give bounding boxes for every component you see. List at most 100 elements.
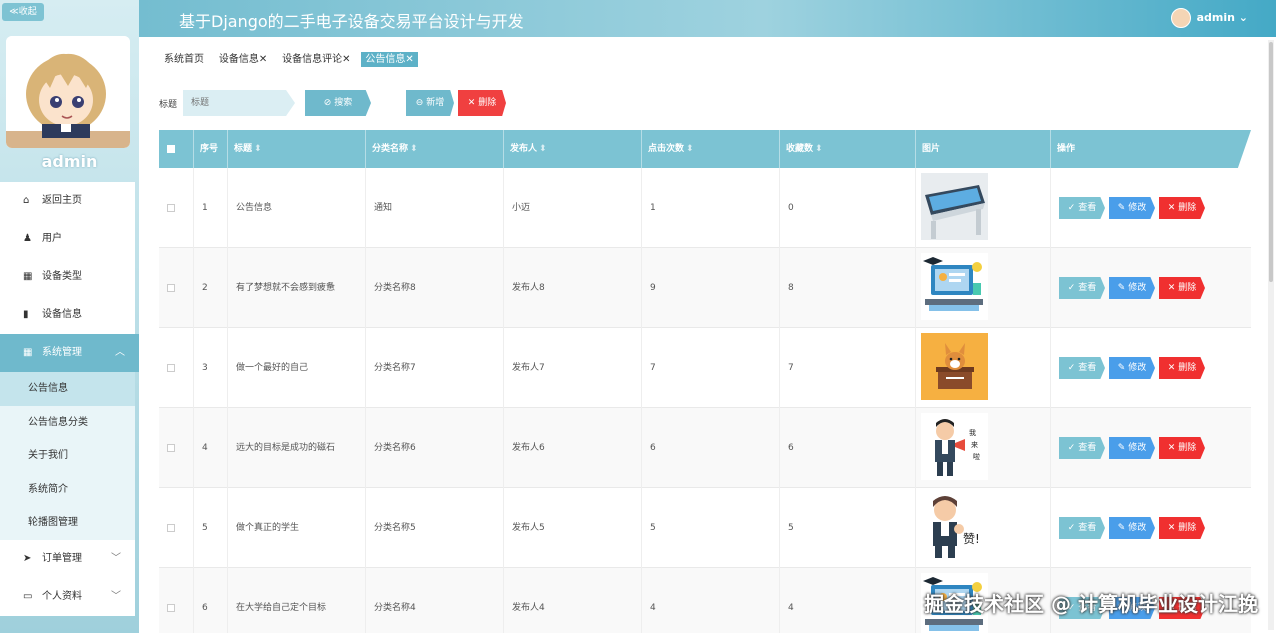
row-checkbox[interactable] [159,568,193,633]
row-publisher: 发布人5 [503,488,641,568]
sidebar-subitem-announcement-categories[interactable]: 公告信息分类 [0,406,135,440]
breadcrumb-tabs: 系统首页 设备信息✕ 设备信息评论✕ 公告信息✕ [160,52,422,68]
card-icon: ▭ [23,590,33,602]
delete-row-button[interactable]: ✕ 删除 [1159,197,1205,219]
row-category: 分类名称8 [365,248,503,328]
row-title: 远大的目标是成功的磁石 [227,408,365,488]
chevron-up-icon: ︿ [115,347,125,358]
column-header[interactable]: 收藏数 ⬍ [779,130,915,168]
column-header[interactable]: 点击次数 ⬍ [641,130,779,168]
home-icon: ⌂ [23,195,30,206]
search-button[interactable]: ⊘ 搜索 [305,90,371,116]
sidebar-menu: ⌂ 返回主页 ♟ 用户 ▦ 设备类型 ▮ 设备信息 ▦ 系统管理 ︿ 公告信息 … [0,182,139,616]
column-header: 序号 [193,130,227,168]
view-button[interactable]: ✓ 查看 [1059,517,1105,539]
row-image[interactable]: 我来啦 [921,413,988,480]
add-button[interactable]: ⊖ 新增 [406,90,454,116]
sidebar-item-label: 个人资料 [42,590,82,602]
row-publisher: 发布人6 [503,408,641,488]
edit-button[interactable]: ✎ 修改 [1109,357,1155,379]
row-image[interactable] [921,173,988,240]
edit-button[interactable]: ✎ 修改 [1109,197,1155,219]
sidebar-item-device-types[interactable]: ▦ 设备类型 [0,258,135,296]
row-image-cell [915,168,1050,248]
tab-announcements[interactable]: 公告信息✕ [361,52,418,67]
sidebar-item-users[interactable]: ♟ 用户 [0,220,135,258]
row-clicks: 1 [641,168,779,248]
row-index: 5 [193,488,227,568]
row-image-cell [915,248,1050,328]
sidebar-item-home[interactable]: ⌂ 返回主页 [0,182,135,220]
edit-button[interactable]: ✎ 修改 [1109,437,1155,459]
view-button[interactable]: ✓ 查看 [1059,437,1105,459]
delete-row-button[interactable]: ✕ 删除 [1159,277,1205,299]
row-clicks: 7 [641,328,779,408]
row-checkbox[interactable] [159,488,193,568]
sort-icon: ⬍ [815,144,823,154]
user-name: admin [1196,11,1235,24]
collapse-sidebar-button[interactable]: ≪收起 [2,3,44,21]
row-image-cell: 我来啦 [915,408,1050,488]
sidebar-item-profile[interactable]: ▭ 个人资料 ﹀ [0,577,135,616]
delete-button[interactable]: ✕ 删除 [458,90,506,116]
delete-row-button[interactable]: ✕ 删除 [1159,437,1205,459]
row-favorites: 4 [779,568,915,633]
row-checkbox[interactable] [159,328,193,408]
sidebar-item-label: 返回主页 [42,195,82,206]
delete-row-button[interactable]: ✕ 删除 [1159,517,1205,539]
row-checkbox[interactable] [159,408,193,488]
view-button[interactable]: ✓ 查看 [1059,277,1105,299]
sidebar-subitem-system-intro[interactable]: 系统简介 [0,473,135,507]
select-all-checkbox[interactable] [159,130,193,168]
row-favorites: 0 [779,168,915,248]
column-header[interactable]: 标题 ⬍ [227,130,365,168]
scrollbar[interactable] [1268,40,1274,630]
view-button[interactable]: ✓ 查看 [1059,357,1105,379]
edit-button[interactable]: ✎ 修改 [1109,517,1155,539]
sidebar-subitem-about-us[interactable]: 关于我们 [0,439,135,473]
close-icon[interactable]: ✕ [405,54,413,65]
close-icon[interactable]: ✕ [342,54,350,65]
row-actions: ✓ 查看 ✎ 修改 ✕ 删除 [1050,168,1251,248]
user-menu[interactable]: admin ⌄ [1170,8,1248,28]
close-icon[interactable]: ✕ [259,54,267,65]
tab-label: 系统首页 [164,54,204,65]
column-header[interactable]: 发布人 ⬍ [503,130,641,168]
row-clicks: 5 [641,488,779,568]
sidebar-item-label: 设备信息 [42,309,82,320]
tab-device-comments[interactable]: 设备信息评论✕ [278,52,354,67]
system-submenu: 公告信息 公告信息分类 关于我们 系统简介 轮播图管理 [0,372,135,540]
tab-label: 设备信息评论 [282,54,343,65]
row-checkbox[interactable] [159,248,193,328]
scrollbar-thumb[interactable] [1269,42,1273,282]
svg-text:来: 来 [971,441,978,449]
column-header[interactable]: 分类名称 ⬍ [365,130,503,168]
table-header: 序号 标题 ⬍ 分类名称 ⬍ 发布人 ⬍ 点击次数 ⬍ 收藏数 ⬍ 图片 操作 [159,130,1251,168]
row-category: 分类名称4 [365,568,503,633]
row-checkbox[interactable] [159,168,193,248]
sidebar-subitem-carousel[interactable]: 轮播图管理 [0,506,135,540]
tab-device-info[interactable]: 设备信息✕ [215,52,271,67]
sidebar-item-device-info[interactable]: ▮ 设备信息 [0,296,135,334]
view-button[interactable]: ✓ 查看 [1059,197,1105,219]
tab-home[interactable]: 系统首页 [160,52,208,67]
sidebar-subitem-announcements[interactable]: 公告信息 [0,372,135,406]
watermark: 掘金技术社区 @ 计算机毕业设计江挽 [924,592,1258,616]
table-body: 1 公告信息 通知 小迈 1 0 ✓ 查看 ✎ 修改 ✕ 删除 2 有了梦想就不会感到疲惫 分类名称8… [159,168,1251,633]
sidebar-item-system-management[interactable]: ▦ 系统管理 ︿ [0,334,139,372]
table-row: 1 公告信息 通知 小迈 1 0 ✓ 查看 ✎ 修改 ✕ 删除 [159,168,1251,248]
row-publisher: 小迈 [503,168,641,248]
svg-text:赞!: 赞! [963,532,980,546]
table-row: 3 做一个最好的自己 分类名称7 发布人7 7 7 ✓ 查看 ✎ 修改 ✕ 删除 [159,328,1251,408]
sidebar-item-orders[interactable]: ➤ 订单管理 ﹀ [0,539,135,578]
edit-button[interactable]: ✎ 修改 [1109,277,1155,299]
chevron-down-icon: ﹀ [111,552,121,564]
tab-label: 公告信息 [365,54,406,65]
row-image[interactable]: 赞! [921,493,988,560]
row-category: 分类名称6 [365,408,503,488]
title-search-input[interactable] [183,90,295,116]
announcements-table: 序号 标题 ⬍ 分类名称 ⬍ 发布人 ⬍ 点击次数 ⬍ 收藏数 ⬍ 图片 操作 1 公告信息… [159,130,1251,633]
delete-row-button[interactable]: ✕ 删除 [1159,357,1205,379]
row-image[interactable] [921,333,988,400]
row-image[interactable] [921,253,988,320]
